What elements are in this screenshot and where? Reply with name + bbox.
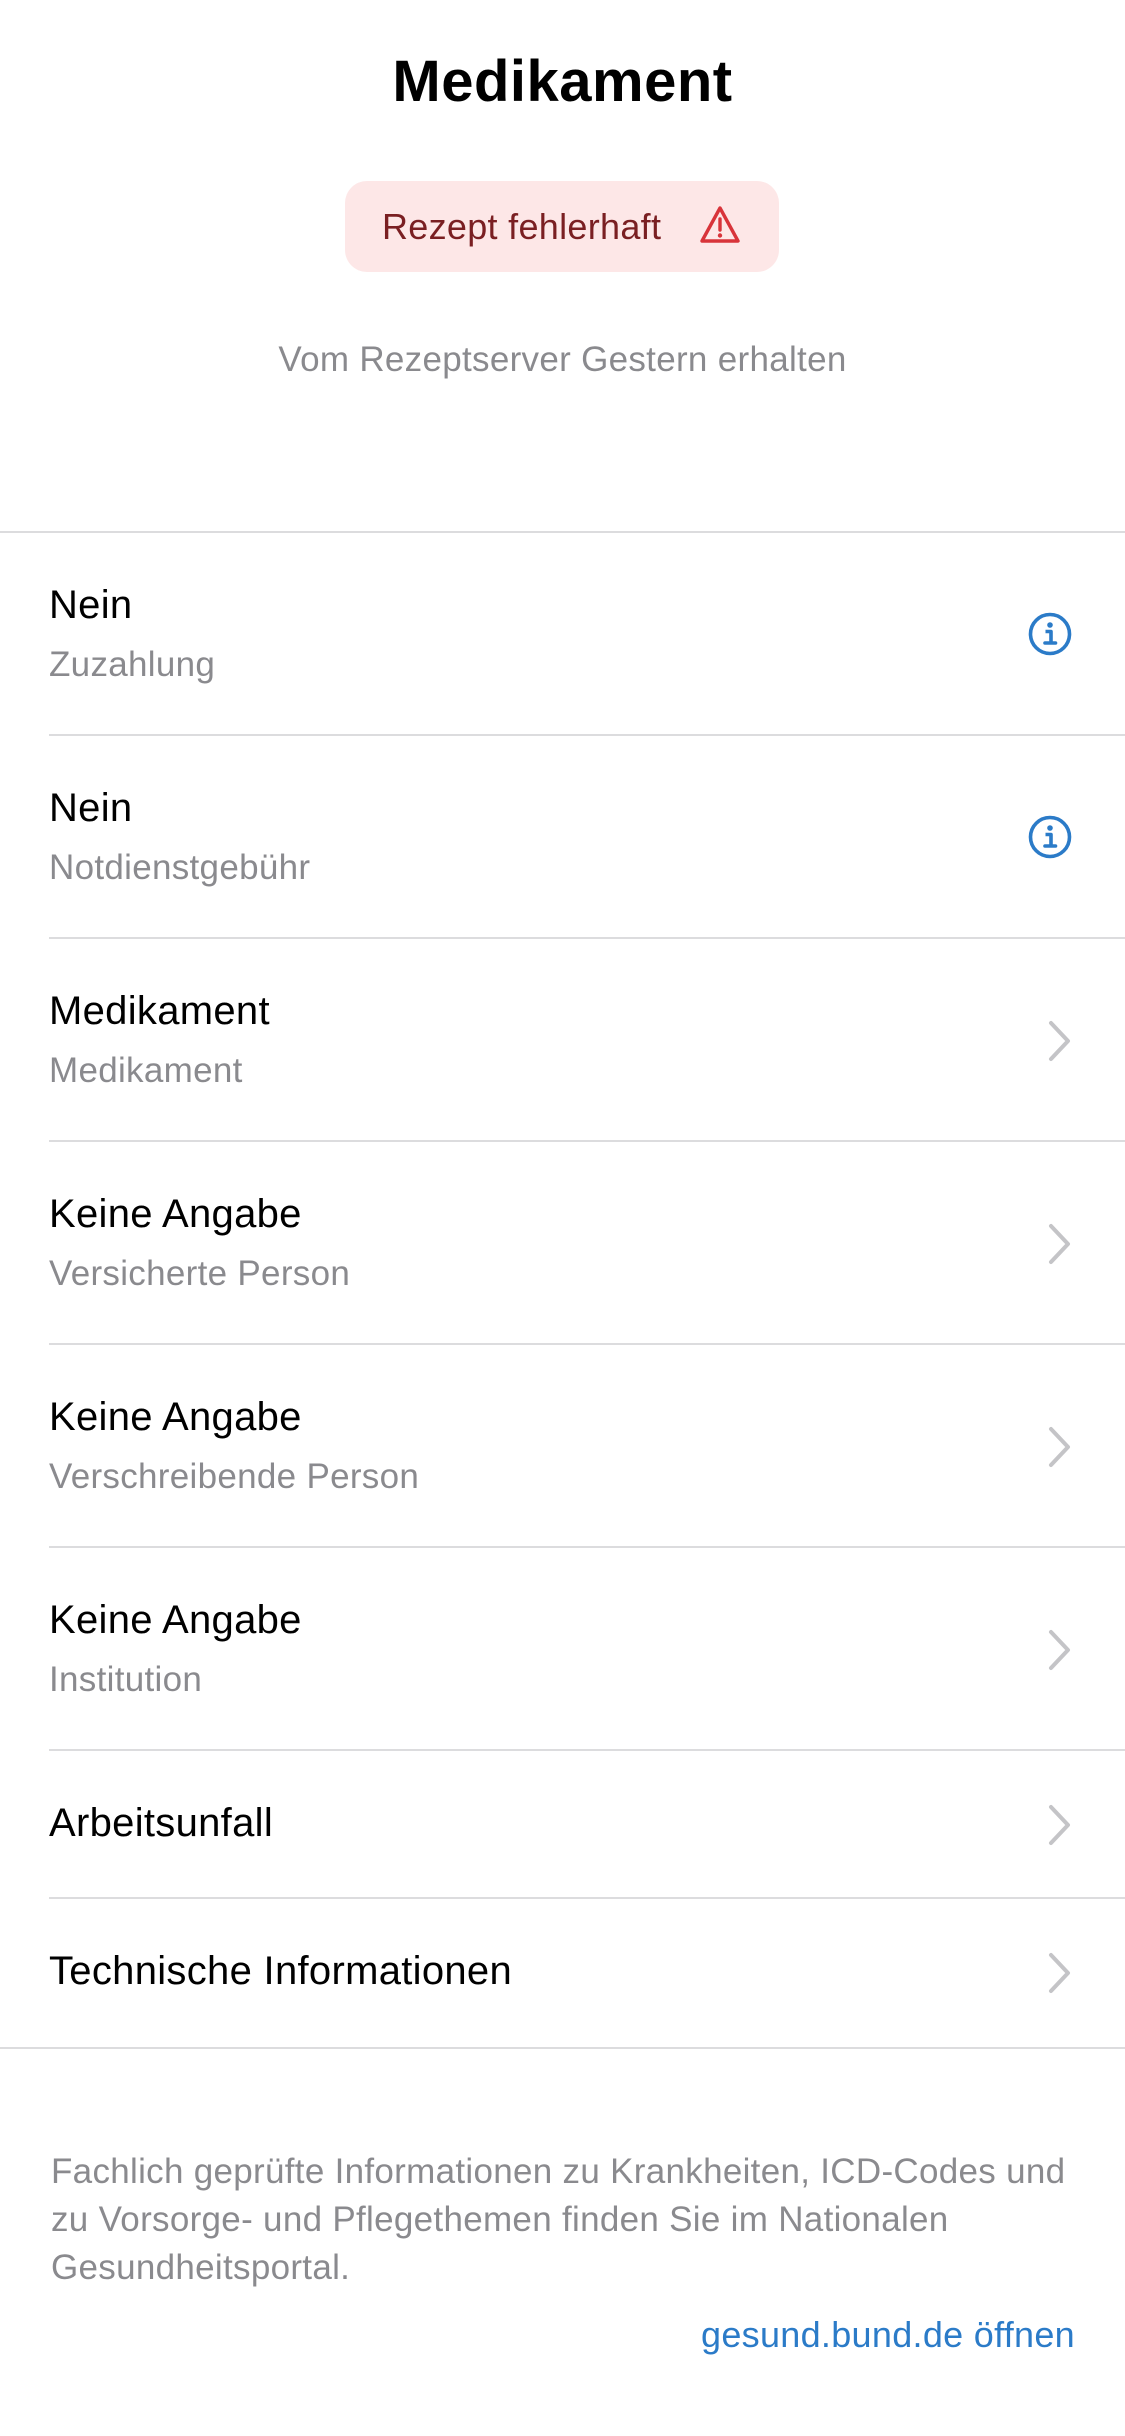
status-badge-label: Rezept fehlerhaft xyxy=(382,205,662,247)
list-row-technische-informationen[interactable]: Technische Informationen xyxy=(0,1899,1125,2047)
list-row-medikament[interactable]: Medikament Medikament xyxy=(0,939,1125,1142)
received-info-text: Vom Rezeptserver Gestern erhalten xyxy=(278,340,847,379)
info-icon[interactable] xyxy=(1027,814,1073,860)
row-value: Nein xyxy=(49,583,133,627)
row-label: Zuzahlung xyxy=(49,645,216,684)
chevron-right-icon xyxy=(1049,1630,1070,1670)
row-label: Medikament xyxy=(49,1051,243,1090)
row-label: Notdienstgebühr xyxy=(49,848,311,887)
row-value: Keine Angabe xyxy=(49,1192,302,1236)
list-row-verschreibende-person[interactable]: Keine Angabe Verschreibende Person xyxy=(0,1345,1125,1548)
row-label: Technische Informationen xyxy=(49,1949,513,1993)
chevron-right-icon xyxy=(1049,1021,1070,1061)
row-value: Keine Angabe xyxy=(49,1395,302,1439)
health-portal-info-text: Fachlich geprüfte Informationen zu Krank… xyxy=(51,2152,1066,2287)
row-value: Nein xyxy=(49,786,133,830)
open-health-portal-link[interactable]: gesund.bund.de öffnen xyxy=(701,2314,1075,2356)
chevron-right-icon xyxy=(1049,1953,1070,1993)
list-row-versicherte-person[interactable]: Keine Angabe Versicherte Person xyxy=(0,1142,1125,1345)
chevron-right-icon xyxy=(1049,1224,1070,1264)
prescription-detail-list: Nein Zuzahlung Nein Notdienstgebühr Medi… xyxy=(0,531,1125,2049)
list-row-arbeitsunfall[interactable]: Arbeitsunfall xyxy=(0,1751,1125,1899)
list-row-institution[interactable]: Keine Angabe Institution xyxy=(0,1548,1125,1751)
info-icon[interactable] xyxy=(1027,611,1073,657)
chevron-right-icon xyxy=(1049,1805,1070,1845)
row-label: Institution xyxy=(49,1660,203,1699)
warning-triangle-icon xyxy=(700,206,740,243)
row-label: Arbeitsunfall xyxy=(49,1801,274,1845)
row-label: Verschreibende Person xyxy=(49,1457,420,1496)
page-title: Medikament xyxy=(392,49,733,114)
row-label: Versicherte Person xyxy=(49,1254,351,1293)
chevron-right-icon xyxy=(1049,1427,1070,1467)
row-value: Keine Angabe xyxy=(49,1598,302,1642)
list-row-zuzahlung: Nein Zuzahlung xyxy=(0,533,1125,736)
list-row-notdienstgebuehr: Nein Notdienstgebühr xyxy=(0,736,1125,939)
row-value: Medikament xyxy=(49,989,270,1033)
status-badge: Rezept fehlerhaft xyxy=(345,181,779,272)
